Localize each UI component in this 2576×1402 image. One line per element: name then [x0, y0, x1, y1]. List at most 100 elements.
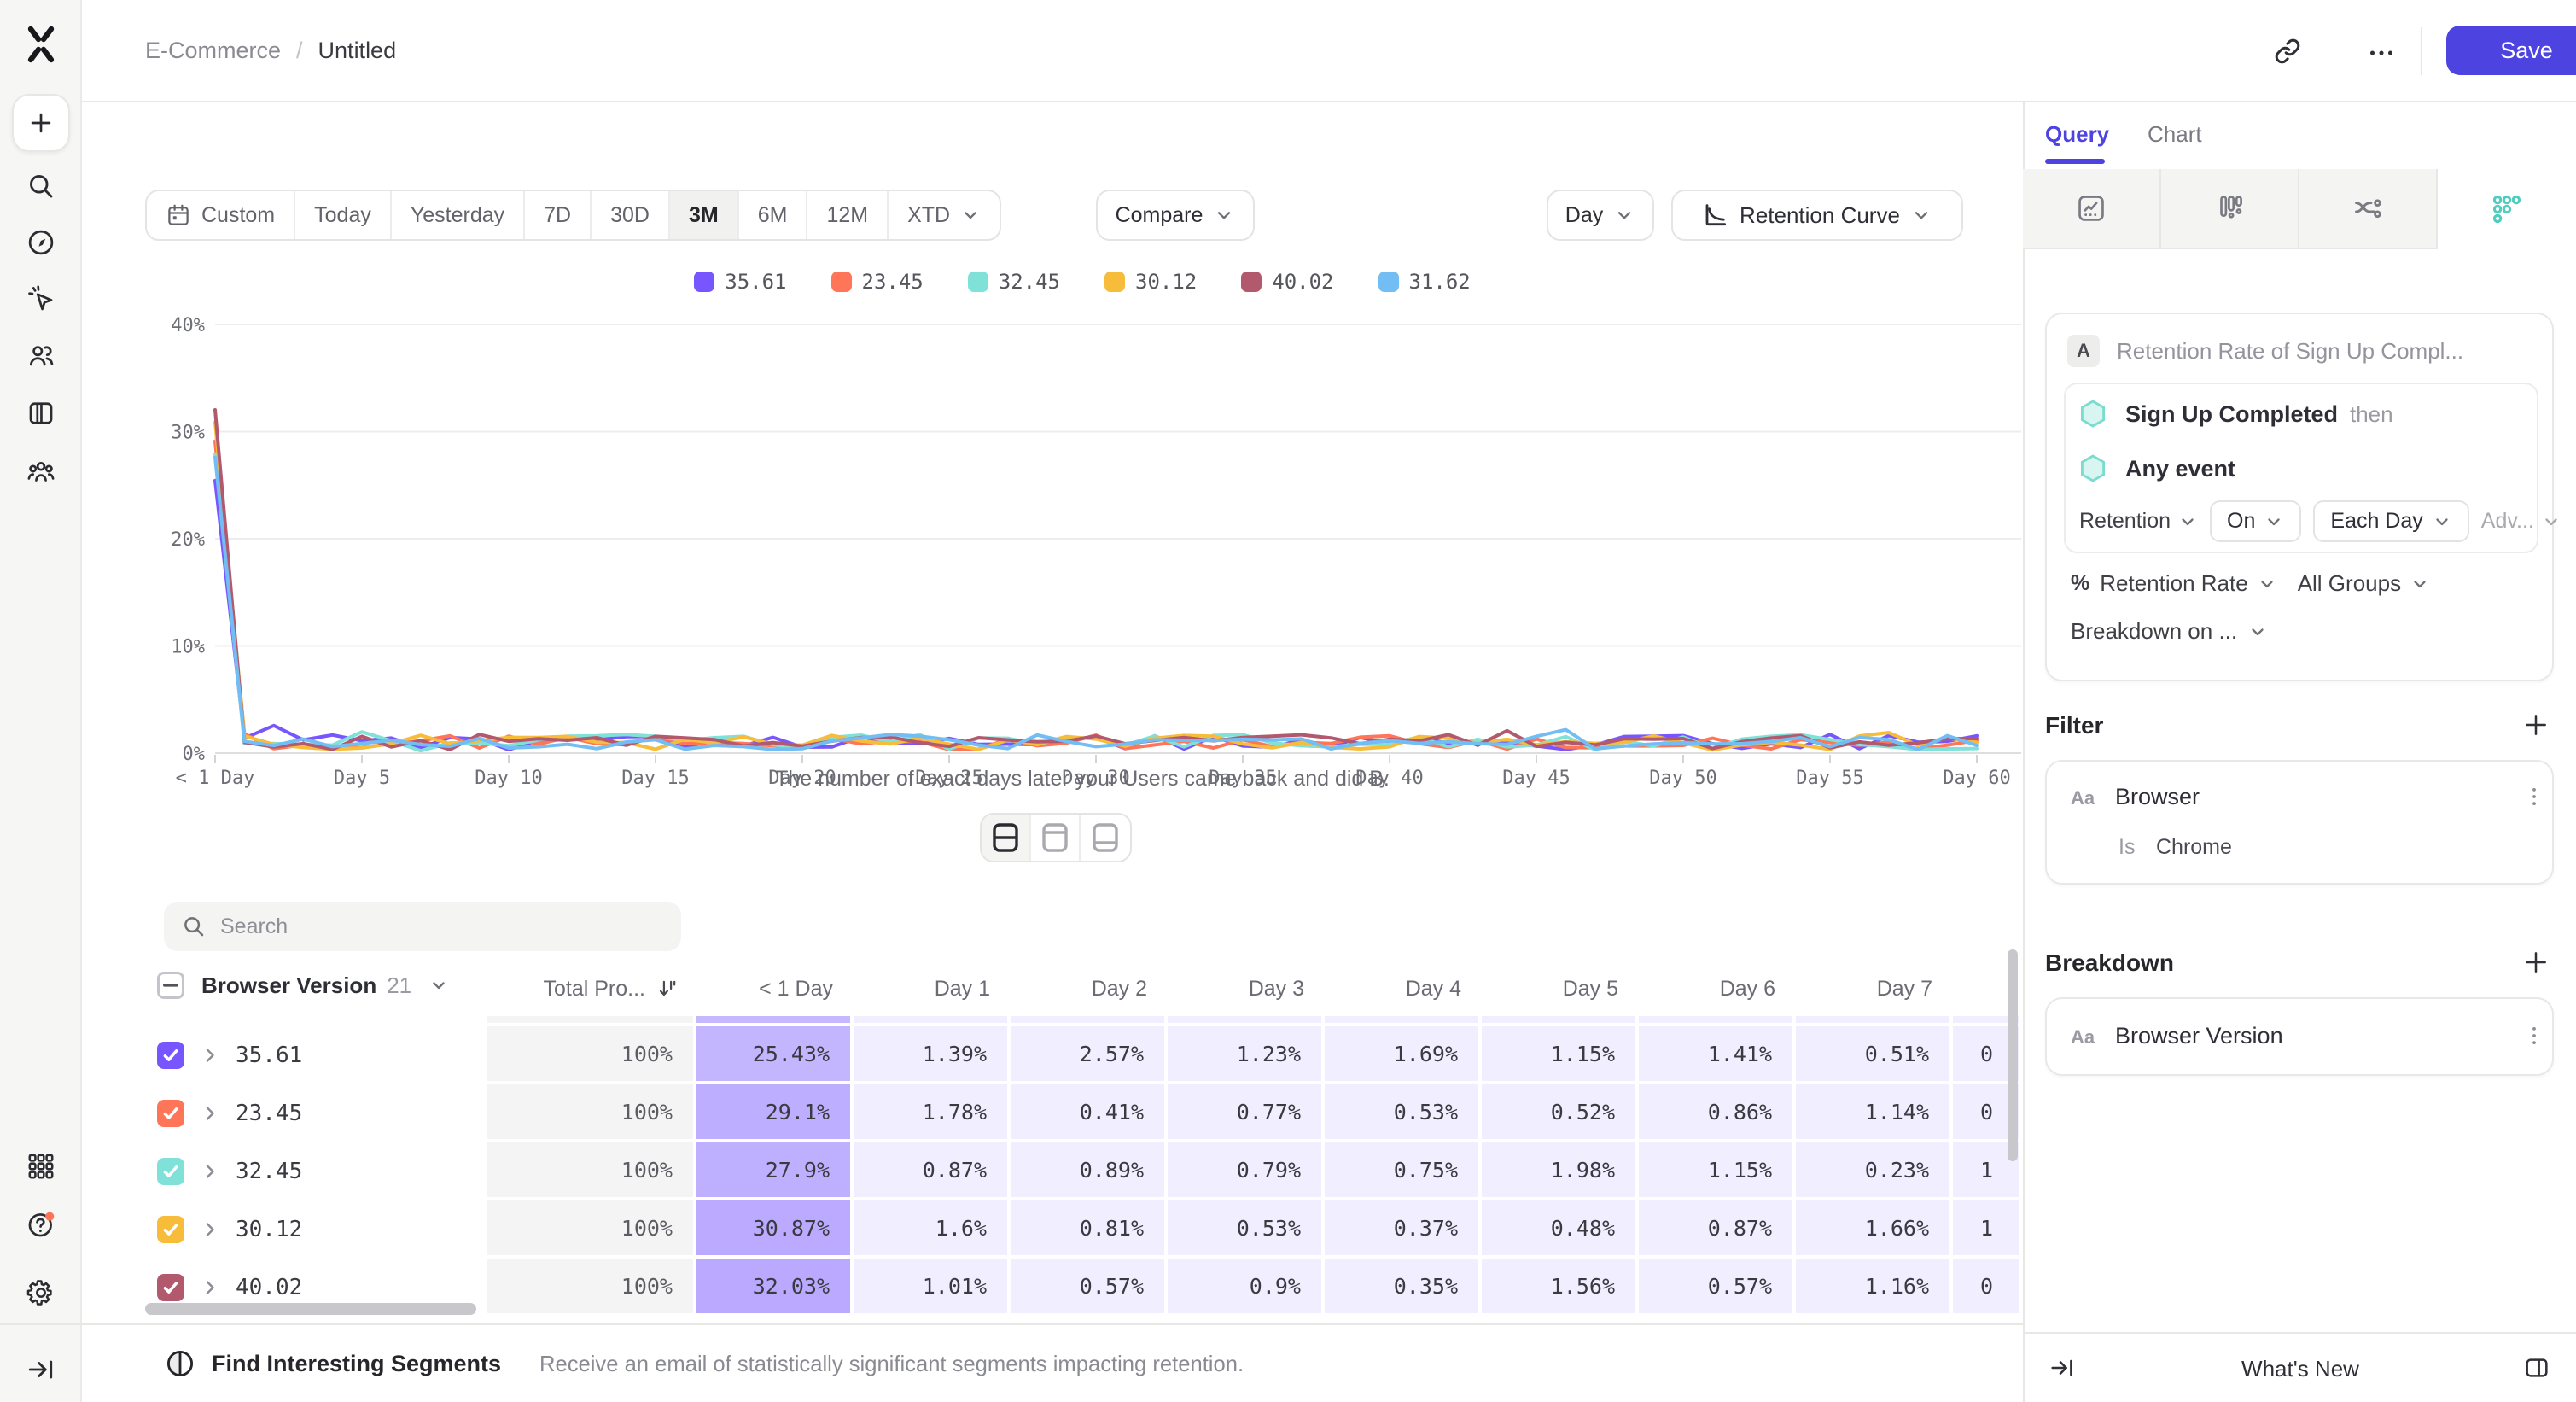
- boards-icon[interactable]: [26, 398, 56, 429]
- filter-kebab-icon[interactable]: [2521, 784, 2547, 809]
- row-checkbox[interactable]: [157, 1216, 184, 1243]
- day-cell[interactable]: 1.69%: [1325, 1026, 1482, 1084]
- day-cell[interactable]: 0.86%: [1639, 1084, 1796, 1142]
- users-icon[interactable]: [26, 340, 56, 371]
- metric-dropdown[interactable]: Retention Rate: [2100, 570, 2276, 597]
- tab-flows-chart[interactable]: [2299, 169, 2438, 249]
- cohorts-icon[interactable]: [26, 456, 56, 487]
- day-cell[interactable]: 1.15%: [1639, 1142, 1796, 1200]
- retention-line-chart[interactable]: 0%10%20%30%40%< 1 DayDay 5Day 10Day 15Da…: [143, 266, 2030, 799]
- table-row[interactable]: 32.45100%27.9%0.87%0.89%0.79%0.75%1.98%1…: [145, 1142, 2019, 1200]
- search-icon[interactable]: [26, 171, 56, 202]
- total-column-header[interactable]: Total Pro...: [487, 967, 696, 1011]
- day-column-header[interactable]: Day 4: [1325, 967, 1482, 1011]
- day-cell[interactable]: 2.57%: [1011, 1026, 1168, 1084]
- day-cell[interactable]: 0.53%: [1168, 1200, 1325, 1259]
- event-row-1[interactable]: Sign Up Completed then: [2079, 400, 2393, 429]
- day-cell[interactable]: 1.66%: [1796, 1200, 1953, 1259]
- row-checkbox[interactable]: [157, 1042, 184, 1069]
- filter-value[interactable]: Chrome: [2156, 835, 2232, 860]
- day-column-header[interactable]: Day 5: [1482, 967, 1639, 1011]
- day-cell[interactable]: 1.56%: [1482, 1259, 1639, 1317]
- search-input[interactable]: [220, 914, 630, 939]
- breakdown-kebab-icon[interactable]: [2521, 1023, 2547, 1049]
- whats-new-link[interactable]: What's New: [2025, 1356, 2576, 1382]
- filter-card[interactable]: Aa Browser Is Chrome: [2045, 760, 2554, 885]
- series-line-40.02[interactable]: [215, 410, 1977, 750]
- range-custom[interactable]: Custom: [147, 191, 295, 239]
- table-horizontal-scrollbar[interactable]: [145, 1303, 476, 1315]
- day-cell[interactable]: 1.39%: [854, 1026, 1011, 1084]
- tab-chart[interactable]: Chart: [2148, 121, 2202, 148]
- first-day-cell[interactable]: 29.1%: [696, 1084, 854, 1142]
- day-cell[interactable]: 0.89%: [1011, 1142, 1168, 1200]
- settings-gear-icon[interactable]: [26, 1277, 56, 1308]
- tab-insights-chart[interactable]: [2023, 169, 2161, 249]
- range-30d[interactable]: 30D: [592, 191, 670, 239]
- expand-chevron-icon[interactable]: [200, 1219, 220, 1240]
- day-cell[interactable]: 1.6%: [854, 1200, 1011, 1259]
- segments-title[interactable]: Find Interesting Segments: [212, 1351, 501, 1377]
- day-column-header[interactable]: Day 1: [854, 967, 1011, 1011]
- breakdown-on-dropdown[interactable]: Breakdown on ...: [2071, 618, 2268, 645]
- view-toggle-table-only[interactable]: [1081, 815, 1130, 861]
- day-cell[interactable]: 0.52%: [1482, 1084, 1639, 1142]
- day-cell[interactable]: 1.98%: [1482, 1142, 1639, 1200]
- create-new-button[interactable]: [12, 94, 70, 152]
- first-day-cell[interactable]: 30.87%: [696, 1200, 854, 1259]
- day-cell[interactable]: 0.48%: [1482, 1200, 1639, 1259]
- table-row[interactable]: 35.61100%25.43%1.39%2.57%1.23%1.69%1.15%…: [145, 1026, 2019, 1084]
- groups-dropdown[interactable]: All Groups: [2298, 570, 2430, 597]
- apps-grid-icon[interactable]: [26, 1151, 56, 1182]
- day-cell[interactable]: 1.23%: [1168, 1026, 1325, 1084]
- tab-query[interactable]: Query: [2045, 121, 2109, 148]
- day-cell[interactable]: 0.35%: [1325, 1259, 1482, 1317]
- day-cell[interactable]: 1.01%: [854, 1259, 1011, 1317]
- select-all-checkbox[interactable]: [157, 972, 184, 999]
- series-line-35.61[interactable]: [215, 481, 1977, 750]
- granularity-button[interactable]: Day: [1547, 190, 1654, 241]
- advanced-dropdown[interactable]: Adv...: [2481, 509, 2561, 534]
- more-options-icon[interactable]: [2366, 38, 2397, 68]
- event-row-2[interactable]: Any event: [2079, 454, 2235, 483]
- row-checkbox[interactable]: [157, 1100, 184, 1127]
- series-line-32.45[interactable]: [215, 454, 1977, 751]
- collapse-sidebar-icon[interactable]: [26, 1354, 56, 1385]
- series-line-30.12[interactable]: [215, 423, 1977, 751]
- day-cell-partial[interactable]: 0: [1953, 1259, 2019, 1317]
- day-cell[interactable]: 0.41%: [1011, 1084, 1168, 1142]
- sort-descending-icon[interactable]: [656, 977, 679, 1001]
- each-day-dropdown[interactable]: Each Day: [2313, 500, 2468, 542]
- day-column-header[interactable]: Day 2: [1011, 967, 1168, 1011]
- mixpanel-logo-icon[interactable]: [20, 24, 61, 65]
- range-12m[interactable]: 12M: [807, 191, 889, 239]
- day-cell[interactable]: 0.81%: [1011, 1200, 1168, 1259]
- day-cell[interactable]: 0.9%: [1168, 1259, 1325, 1317]
- breakdown-property[interactable]: Browser Version: [2115, 1023, 2283, 1049]
- day-cell[interactable]: 0.23%: [1796, 1142, 1953, 1200]
- row-checkbox[interactable]: [157, 1274, 184, 1301]
- day-cell[interactable]: 1.41%: [1639, 1026, 1796, 1084]
- save-button[interactable]: Save: [2446, 26, 2576, 75]
- day-cell[interactable]: 0.79%: [1168, 1142, 1325, 1200]
- day-cell[interactable]: 0.57%: [1011, 1259, 1168, 1317]
- day-cell[interactable]: 1.14%: [1796, 1084, 1953, 1142]
- day-cell[interactable]: 0.77%: [1168, 1084, 1325, 1142]
- events-cursor-icon[interactable]: [26, 283, 56, 314]
- range-yesterday[interactable]: Yesterday: [392, 191, 525, 239]
- add-filter-icon[interactable]: [2521, 710, 2550, 739]
- group-column-header[interactable]: Browser Version21: [157, 972, 449, 999]
- table-row[interactable]: 23.45100%29.1%1.78%0.41%0.77%0.53%0.52%0…: [145, 1084, 2019, 1142]
- range-7d[interactable]: 7D: [525, 191, 592, 239]
- day-cell[interactable]: 1.16%: [1796, 1259, 1953, 1317]
- breadcrumb-project[interactable]: E-Commerce: [145, 38, 281, 64]
- first-day-cell[interactable]: 27.9%: [696, 1142, 854, 1200]
- table-vertical-scrollbar[interactable]: [2008, 949, 2018, 1161]
- series-line-23.45[interactable]: [215, 441, 1977, 750]
- day-cell[interactable]: 0.57%: [1639, 1259, 1796, 1317]
- chart-type-button[interactable]: Retention Curve: [1671, 190, 1963, 241]
- discover-compass-icon[interactable]: [26, 227, 56, 258]
- day-cell[interactable]: 1.15%: [1482, 1026, 1639, 1084]
- expand-chevron-icon[interactable]: [200, 1045, 220, 1066]
- expand-chevron-icon[interactable]: [200, 1103, 220, 1124]
